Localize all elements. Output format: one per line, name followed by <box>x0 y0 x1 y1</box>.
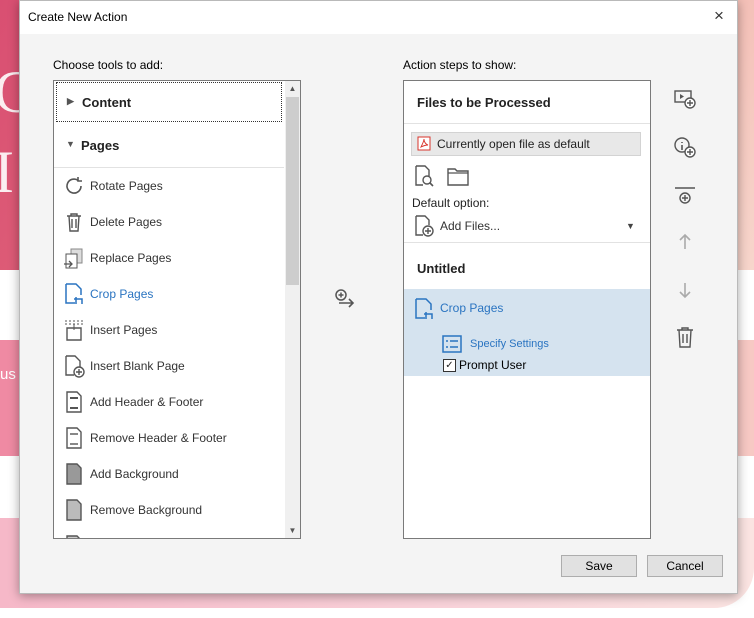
tool-label: Rotate Pages <box>90 179 163 193</box>
trash-icon <box>67 213 81 232</box>
prompt-user-label: Prompt User <box>459 358 527 372</box>
tool-label: Add Header & Footer <box>90 395 204 409</box>
specify-settings-link[interactable]: Specify Settings <box>470 338 549 350</box>
tool-label: Insert Blank Page <box>90 359 185 373</box>
crop-pages-icon <box>65 283 83 304</box>
settings-list-icon <box>442 335 462 353</box>
dialog-title: Create New Action <box>28 10 128 24</box>
default-option-label: Default option: <box>412 196 490 210</box>
add-files-dropdown[interactable]: Add Files... <box>440 219 500 233</box>
chevron-down-icon[interactable]: ▼ <box>626 221 635 231</box>
section-content[interactable]: ▶ Content <box>56 82 282 122</box>
folder-icon[interactable] <box>446 165 470 187</box>
tools-heading: Choose tools to add: <box>53 58 164 72</box>
remove-header-footer-icon <box>66 427 82 449</box>
tool-label: Crop Pages <box>90 287 154 301</box>
divider <box>404 123 650 124</box>
add-panel-separator-icon[interactable] <box>669 183 701 213</box>
steps-heading: Action steps to show: <box>403 58 517 72</box>
tool-add-header-footer[interactable]: Add Header & Footer <box>54 384 284 420</box>
header-footer-icon <box>66 391 82 413</box>
page-icon <box>66 535 80 538</box>
scroll-up-icon[interactable]: ▲ <box>285 81 300 96</box>
create-action-dialog: Create New Action × Choose tools to add:… <box>19 0 738 594</box>
tool-label: Remove Header & Footer <box>90 431 227 445</box>
trash-icon[interactable] <box>669 323 701 353</box>
tool-partial <box>54 528 284 538</box>
tool-label: Delete Pages <box>90 215 163 229</box>
action-steps-list[interactable]: Files to be Processed Currently open fil… <box>403 80 651 539</box>
replace-pages-icon <box>64 248 83 269</box>
add-to-steps-icon[interactable] <box>334 288 358 312</box>
save-button[interactable]: Save <box>561 555 637 577</box>
tool-label: Insert Pages <box>90 323 158 337</box>
tool-replace-pages[interactable]: Replace Pages <box>54 240 284 276</box>
scroll-thumb[interactable] <box>286 97 299 285</box>
scroll-down-icon[interactable]: ▼ <box>285 523 300 538</box>
tool-rotate-pages[interactable]: Rotate Pages <box>54 168 284 204</box>
tool-remove-header-footer[interactable]: Remove Header & Footer <box>54 420 284 456</box>
browse-file-icon[interactable] <box>412 164 436 188</box>
insert-pages-icon <box>65 320 83 341</box>
default-file-label: Currently open file as default <box>437 137 590 151</box>
divider <box>404 242 650 243</box>
vertical-scrollbar[interactable]: ▲ ▼ <box>285 81 300 538</box>
tool-insert-pages[interactable]: Insert Pages <box>54 312 284 348</box>
chevron-right-icon: ▶ <box>67 96 74 106</box>
close-button[interactable]: × <box>709 6 729 26</box>
cancel-button[interactable]: Cancel <box>647 555 723 577</box>
insert-blank-page-icon <box>65 355 85 378</box>
selected-step-crop-pages[interactable]: Crop Pages Specify Settings ✓ Prompt Use… <box>404 289 650 376</box>
section-pages[interactable]: ▼ Pages <box>54 125 284 168</box>
background-letter: I <box>0 139 14 205</box>
add-instruction-icon[interactable] <box>669 133 701 163</box>
prompt-user-checkbox[interactable]: ✓ <box>443 359 456 372</box>
add-files-icon <box>415 215 434 237</box>
move-up-icon[interactable] <box>669 227 701 257</box>
action-name[interactable]: Untitled <box>417 261 465 276</box>
section-label: Content <box>82 95 132 110</box>
crop-pages-icon <box>415 298 433 319</box>
pdf-file-icon <box>417 136 431 151</box>
tool-remove-background[interactable]: Remove Background <box>54 492 284 528</box>
title-bar: Create New Action × <box>20 1 737 34</box>
background-text: us <box>0 366 16 383</box>
section-label: Pages <box>81 138 120 153</box>
tool-label: Add Background <box>90 467 179 481</box>
tool-delete-pages[interactable]: Delete Pages <box>54 204 284 240</box>
tool-label: Remove Background <box>90 503 203 517</box>
tool-add-background[interactable]: Add Background <box>54 456 284 492</box>
add-background-icon <box>66 463 82 485</box>
rotate-pages-icon <box>66 177 82 194</box>
chevron-down-icon: ▼ <box>66 139 75 149</box>
tool-insert-blank-page[interactable]: Insert Blank Page <box>54 348 284 384</box>
files-section-title: Files to be Processed <box>417 95 551 110</box>
tool-label: Replace Pages <box>90 251 172 265</box>
remove-background-icon <box>66 499 82 521</box>
default-file-field[interactable]: Currently open file as default <box>411 132 641 156</box>
move-down-icon[interactable] <box>669 275 701 305</box>
tool-crop-pages[interactable]: Crop Pages <box>54 276 284 312</box>
tools-list[interactable]: ▶ Content ▼ Pages Rotate Pages Delete Pa… <box>53 80 301 539</box>
step-label: Crop Pages <box>440 301 504 315</box>
add-message-icon[interactable] <box>669 85 701 115</box>
